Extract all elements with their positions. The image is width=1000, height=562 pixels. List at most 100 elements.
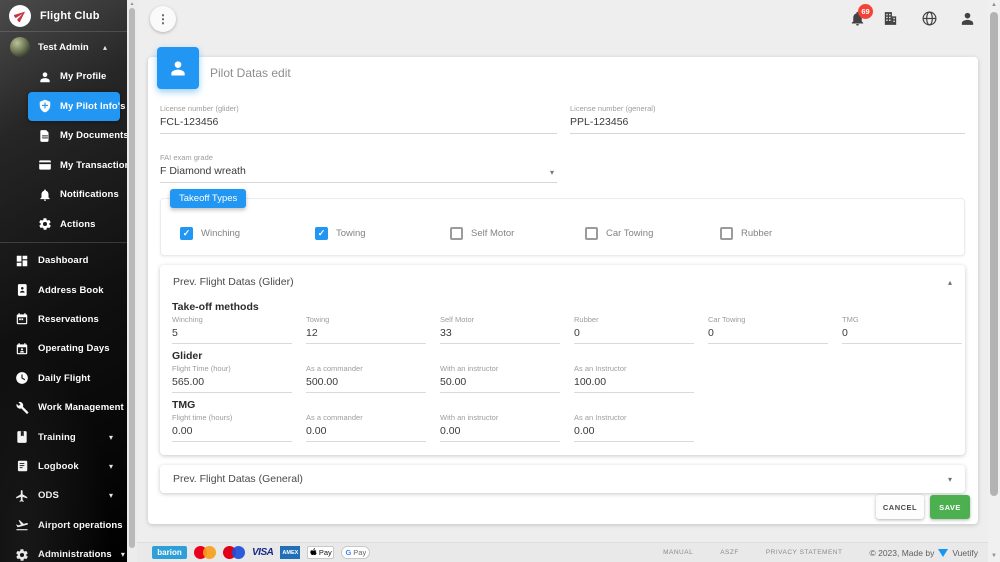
- field-value[interactable]: 0.00: [172, 425, 292, 437]
- checkbox-rubber[interactable]: Rubber: [720, 227, 772, 240]
- sidebar-item-actions[interactable]: Actions: [0, 210, 127, 240]
- checkbox-unchecked-icon[interactable]: [450, 227, 463, 240]
- glider-as-instructor-field[interactable]: As an Instructor 100.00: [574, 364, 694, 393]
- sidebar-scrollbar-thumb[interactable]: [129, 8, 135, 548]
- sidebar-item-work-management[interactable]: Work Management: [0, 393, 127, 422]
- field-value[interactable]: FCL-123456: [160, 116, 557, 128]
- license-glider-field[interactable]: License number (glider) FCL-123456: [160, 104, 557, 134]
- tmg-count-field[interactable]: TMG 0: [842, 315, 962, 344]
- takeoff-types-chip[interactable]: Takeoff Types: [170, 189, 246, 208]
- app-title: Flight Club: [40, 10, 100, 22]
- chevron-down-icon[interactable]: ▾: [948, 475, 952, 484]
- organization-button[interactable]: [882, 10, 900, 28]
- rubber-field[interactable]: Rubber 0: [574, 315, 694, 344]
- sidebar-item-logbook[interactable]: Logbook ▾: [0, 452, 127, 481]
- panel-header-general[interactable]: Prev. Flight Datas (General) ▾: [160, 465, 965, 493]
- tmg-as-instructor-field[interactable]: As an Instructor 0.00: [574, 413, 694, 442]
- apple-icon: [310, 548, 317, 557]
- notification-badge: 69: [858, 4, 873, 19]
- field-value[interactable]: 0.00: [574, 425, 694, 437]
- checkbox-winching[interactable]: ✓ Winching: [180, 227, 240, 240]
- vuetify-logo-icon: [938, 549, 948, 557]
- glider-flight-time-field[interactable]: Flight Time (hour) 565.00: [172, 364, 292, 393]
- chevron-up-icon: ▴: [103, 43, 107, 52]
- chevron-down-icon[interactable]: ▾: [550, 168, 554, 177]
- aszf-link[interactable]: ASZF: [720, 549, 739, 556]
- field-label: TMG: [842, 315, 962, 324]
- self-motor-field[interactable]: Self Motor 33: [440, 315, 560, 344]
- privacy-statement-link[interactable]: PRIVACY STATEMENT: [766, 549, 843, 556]
- field-value[interactable]: 500.00: [306, 376, 426, 388]
- sidebar-item-notifications[interactable]: Notifications: [0, 180, 127, 210]
- field-value[interactable]: 0.00: [440, 425, 560, 437]
- panel-header-glider[interactable]: Prev. Flight Datas (Glider) ▴: [160, 265, 965, 299]
- field-value[interactable]: 0: [842, 327, 962, 339]
- sidebar-scrollbar[interactable]: ▲: [127, 0, 137, 562]
- chevron-up-icon[interactable]: ▴: [948, 278, 952, 287]
- field-value[interactable]: 0: [574, 327, 694, 339]
- sidebar-item-airport-operations[interactable]: Airport operations: [0, 511, 127, 540]
- account-button[interactable]: [959, 10, 977, 28]
- field-value[interactable]: 33: [440, 327, 560, 339]
- field-value[interactable]: 5: [172, 327, 292, 339]
- sidebar-item-my-documents[interactable]: My Documents: [0, 121, 127, 151]
- checkbox-checked-icon[interactable]: ✓: [180, 227, 193, 240]
- manual-link[interactable]: MANUAL: [663, 549, 693, 556]
- sidebar-item-my-transactions[interactable]: My Transactions: [0, 151, 127, 181]
- sidebar-item-ods[interactable]: ODS ▾: [0, 481, 127, 510]
- sidebar-item-operating-days[interactable]: Operating Days: [0, 334, 127, 363]
- maestro-logo: [223, 546, 245, 559]
- scroll-down-icon[interactable]: ▼: [988, 553, 1000, 559]
- notifications-button[interactable]: 69: [849, 10, 867, 28]
- chevron-down-icon: ▾: [109, 433, 113, 442]
- app-logo-row[interactable]: Flight Club: [0, 0, 127, 32]
- field-value[interactable]: 12: [306, 327, 426, 339]
- license-general-field[interactable]: License number (general) PPL-123456: [570, 104, 965, 134]
- main-content: ⋮ 69 Pilot Datas edit License number (gl…: [137, 0, 1000, 562]
- sidebar-item-reservations[interactable]: Reservations: [0, 305, 127, 334]
- user-menu-toggle[interactable]: Test Admin ▴: [0, 32, 127, 62]
- kebab-menu-button[interactable]: ⋮: [150, 6, 176, 32]
- field-value[interactable]: 50.00: [440, 376, 560, 388]
- cancel-button[interactable]: CANCEL: [876, 495, 924, 519]
- page-scrollbar[interactable]: ▲ ▼: [988, 0, 1000, 562]
- tmg-with-instructor-field[interactable]: With an instructor 0.00: [440, 413, 560, 442]
- sidebar-item-dashboard[interactable]: Dashboard: [0, 246, 127, 275]
- calendar-icon: [15, 312, 29, 326]
- winching-field[interactable]: Winching 5: [172, 315, 292, 344]
- sidebar-item-daily-flight[interactable]: Daily Flight: [0, 364, 127, 393]
- field-label: Winching: [172, 315, 292, 324]
- glider-with-instructor-field[interactable]: With an instructor 50.00: [440, 364, 560, 393]
- glider-commander-field[interactable]: As a commander 500.00: [306, 364, 426, 393]
- field-value[interactable]: 0: [708, 327, 828, 339]
- checkbox-car-towing[interactable]: Car Towing: [585, 227, 653, 240]
- checkbox-unchecked-icon[interactable]: [585, 227, 598, 240]
- page-scrollbar-thumb[interactable]: [990, 12, 998, 496]
- fai-exam-grade-select[interactable]: FAI exam grade F Diamond wreath ▾: [160, 153, 557, 183]
- field-value[interactable]: 565.00: [172, 376, 292, 388]
- field-value[interactable]: 0.00: [306, 425, 426, 437]
- checkbox-towing[interactable]: ✓ Towing: [315, 227, 366, 240]
- checkbox-self-motor[interactable]: Self Motor: [450, 227, 514, 240]
- sidebar-item-training[interactable]: Training ▾: [0, 422, 127, 451]
- field-value[interactable]: 100.00: [574, 376, 694, 388]
- sidebar-item-address-book[interactable]: Address Book: [0, 275, 127, 304]
- checkbox-checked-icon[interactable]: ✓: [315, 227, 328, 240]
- sidebar-item-administrations[interactable]: Administrations ▾: [0, 540, 127, 562]
- tmg-commander-field[interactable]: As a commander 0.00: [306, 413, 426, 442]
- checkbox-label: Towing: [336, 228, 366, 239]
- tmg-flight-time-field[interactable]: Flight time (hours) 0.00: [172, 413, 292, 442]
- chevron-down-icon: ▾: [109, 462, 113, 471]
- scroll-up-icon[interactable]: ▲: [988, 2, 1000, 8]
- sidebar-item-my-pilot-infos[interactable]: My Pilot Info's: [28, 92, 120, 122]
- language-globe-button[interactable]: [921, 10, 939, 28]
- field-value[interactable]: PPL-123456: [570, 116, 965, 128]
- scroll-up-icon[interactable]: ▲: [127, 1, 137, 7]
- field-value[interactable]: F Diamond wreath: [160, 165, 557, 177]
- checkbox-unchecked-icon[interactable]: [720, 227, 733, 240]
- car-towing-field[interactable]: Car Towing 0: [708, 315, 828, 344]
- towing-field[interactable]: Towing 12: [306, 315, 426, 344]
- save-button[interactable]: SAVE: [930, 495, 970, 519]
- sidebar-item-my-profile[interactable]: My Profile: [0, 62, 127, 92]
- sidebar-item-label: Notifications: [60, 189, 119, 200]
